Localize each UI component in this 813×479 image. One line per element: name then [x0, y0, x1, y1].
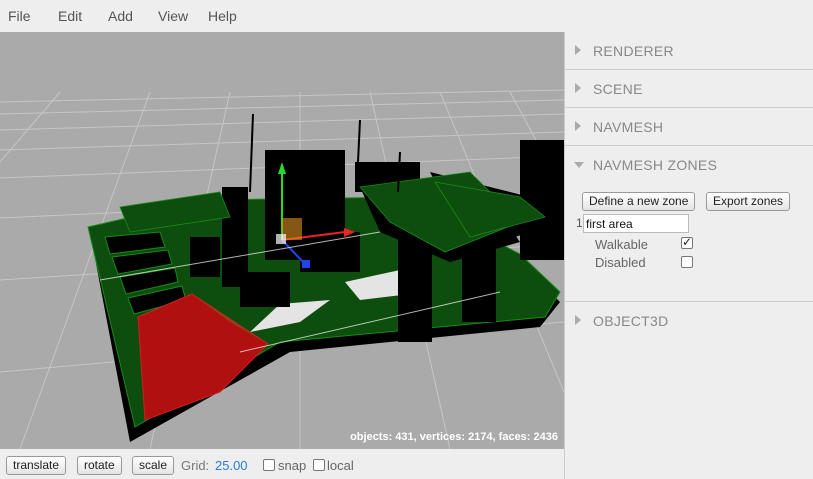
define-zone-button[interactable]: Define a new zone: [582, 192, 696, 211]
local-checkbox[interactable]: [313, 459, 325, 471]
panel-navmesh-zones-title: NAVMESH ZONES: [593, 157, 718, 173]
panel-navmesh-zones[interactable]: NAVMESH ZONES: [565, 146, 813, 184]
zone-name-input[interactable]: [583, 214, 689, 233]
3d-viewport[interactable]: objects: 431, vertices: 2174, faces: 243…: [0, 32, 564, 449]
zone-index: 1: [576, 216, 583, 230]
snap-label: snap: [278, 458, 307, 473]
translate-button[interactable]: translate: [6, 456, 67, 475]
panel-navmesh[interactable]: NAVMESH: [565, 108, 813, 146]
menu-edit[interactable]: Edit: [58, 8, 82, 24]
panel-object3d-title: OBJECT3D: [593, 313, 669, 329]
panel-navmesh-title: NAVMESH: [593, 119, 664, 135]
walkable-checkbox[interactable]: ✓: [681, 236, 693, 249]
panel-scene-title: SCENE: [593, 81, 643, 97]
local-label: local: [327, 458, 354, 473]
collapsed-arrow-icon: [575, 121, 581, 131]
menu-help[interactable]: Help: [208, 8, 237, 24]
menubar: File Edit Add View Help: [0, 0, 813, 32]
export-zones-button[interactable]: Export zones: [706, 192, 791, 211]
grid-label: Grid:: [181, 458, 210, 473]
panel-scene[interactable]: SCENE: [565, 70, 813, 108]
collapsed-arrow-icon: [575, 315, 581, 325]
disabled-label: Disabled: [595, 255, 646, 270]
panel-renderer[interactable]: RENDERER: [565, 32, 813, 70]
scene-stats: objects: 431, vertices: 2174, faces: 243…: [350, 431, 558, 443]
scale-button[interactable]: scale: [132, 456, 175, 475]
panel-renderer-title: RENDERER: [593, 43, 674, 59]
rotate-button[interactable]: rotate: [77, 456, 122, 475]
scene-render: [0, 89, 564, 449]
menu-add[interactable]: Add: [108, 8, 133, 24]
walkable-label: Walkable: [595, 237, 648, 252]
collapsed-arrow-icon: [575, 45, 581, 55]
transform-toolbar: translate rotate scale Grid: 25.00 snap …: [0, 449, 564, 479]
grid-size-value[interactable]: 25.00: [215, 458, 248, 473]
expanded-arrow-icon: [574, 162, 584, 168]
disabled-checkbox[interactable]: [681, 256, 693, 268]
sidebar: RENDERER SCENE NAVMESH NAVMESH ZONES Def…: [564, 32, 813, 479]
menu-file[interactable]: File: [8, 8, 31, 24]
collapsed-arrow-icon: [575, 83, 581, 93]
menu-view[interactable]: View: [158, 8, 188, 24]
panel-object3d[interactable]: OBJECT3D: [565, 301, 813, 339]
snap-checkbox[interactable]: [263, 459, 275, 471]
